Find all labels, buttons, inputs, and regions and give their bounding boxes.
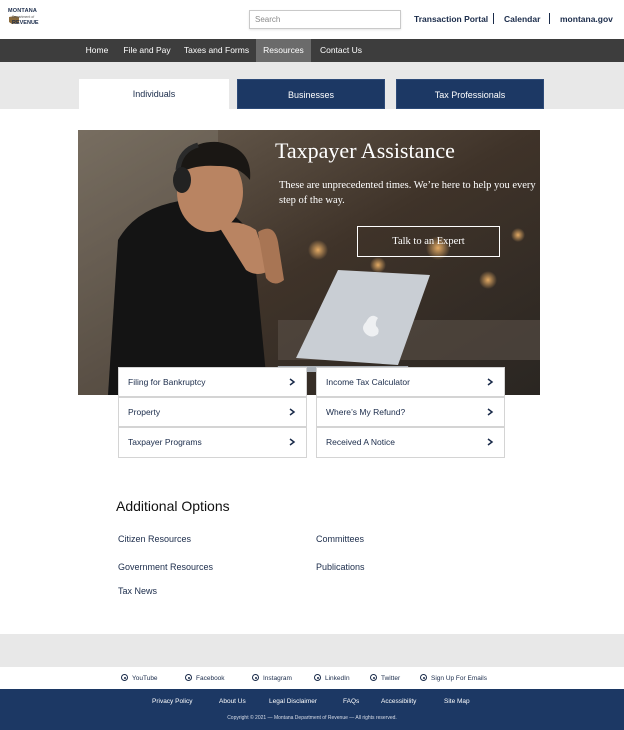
committees-link[interactable]: Committees (316, 534, 364, 544)
email-signup-label: Sign Up For Emails (431, 675, 487, 682)
quick-link-filing-bankruptcy[interactable]: Filing for Bankruptcy (118, 367, 307, 397)
social-links-bar (0, 667, 624, 689)
facebook-icon (185, 674, 192, 681)
montana-gov-link[interactable]: montana.gov (560, 14, 613, 24)
accessibility-link[interactable]: Accessibility (381, 698, 416, 705)
quick-link-property[interactable]: Property (118, 397, 307, 427)
copyright-text: Copyright © 2021 — Montana Department of… (227, 715, 397, 721)
search-input[interactable]: Search (249, 10, 401, 29)
legal-disclaimer-link[interactable]: Legal Disclaimer (269, 698, 317, 705)
privacy-policy-link[interactable]: Privacy Policy (152, 698, 192, 705)
nav-contact-us[interactable]: Contact Us (314, 39, 368, 62)
calendar-link[interactable]: Calendar (504, 14, 540, 24)
logo-line-1: MONTANA (8, 8, 38, 14)
facebook-label: Facebook (196, 675, 225, 682)
linkedin-link[interactable]: LinkedIn (314, 674, 350, 682)
logo-line-3: REVENUE (12, 20, 39, 26)
email-signup-link[interactable]: Sign Up For Emails (420, 674, 487, 682)
faqs-link[interactable]: FAQs (343, 698, 359, 705)
email-icon (420, 674, 427, 681)
facebook-link[interactable]: Facebook (185, 674, 225, 682)
header-divider (549, 13, 550, 24)
youtube-icon (121, 674, 128, 681)
tax-news-link[interactable]: Tax News (118, 586, 157, 596)
hero-title: Taxpayer Assistance (275, 138, 455, 163)
youtube-link[interactable]: YouTube (121, 674, 158, 682)
quick-link-label: Filing for Bankruptcy (128, 377, 206, 387)
chevron-right-icon (289, 378, 296, 386)
tab-businesses[interactable]: Businesses (237, 79, 385, 109)
quick-link-wheres-my-refund[interactable]: Where’s My Refund? (316, 397, 505, 427)
publications-link[interactable]: Publications (316, 562, 365, 572)
tab-individuals[interactable]: Individuals (79, 79, 229, 109)
twitter-link[interactable]: Twitter (370, 674, 400, 682)
linkedin-label: LinkedIn (325, 675, 350, 682)
twitter-label: Twitter (381, 675, 401, 682)
quick-link-received-notice[interactable]: Received A Notice (316, 427, 505, 458)
quick-link-label: Income Tax Calculator (326, 377, 410, 387)
talk-to-expert-button[interactable]: Talk to an Expert (357, 226, 500, 257)
main-nav: Home File and Pay Taxes and Forms Resour… (0, 39, 624, 62)
quick-link-label: Property (128, 407, 161, 417)
montana-revenue-logo[interactable]: MONTANA Department of REVENUE (8, 7, 46, 31)
top-header: MONTANA Department of REVENUE Search Tra… (0, 0, 624, 39)
nav-home[interactable]: Home (80, 39, 114, 62)
transaction-portal-link[interactable]: Transaction Portal (414, 14, 488, 24)
footer-spacer (0, 634, 624, 667)
chevron-right-icon (487, 408, 494, 416)
instagram-link[interactable]: Instagram (252, 674, 292, 682)
nav-taxes-and-forms[interactable]: Taxes and Forms (181, 39, 252, 62)
quick-link-label: Taxpayer Programs (128, 437, 202, 447)
hero-banner: Taxpayer Assistance These are unpreceden… (78, 130, 540, 395)
chevron-right-icon (289, 438, 296, 446)
nav-file-and-pay[interactable]: File and Pay (121, 39, 173, 62)
chevron-right-icon (487, 378, 494, 386)
quick-link-label: Received A Notice (326, 437, 395, 447)
hero-subtitle: These are unprecedented times. We’re her… (279, 180, 536, 206)
additional-options-heading: Additional Options (116, 498, 230, 514)
about-us-link[interactable]: About Us (219, 698, 246, 705)
nav-resources[interactable]: Resources (256, 39, 311, 62)
chevron-right-icon (487, 438, 494, 446)
site-map-link[interactable]: Site Map (444, 698, 470, 705)
chevron-right-icon (289, 408, 296, 416)
logo-line-2: Department of (12, 15, 35, 19)
government-resources-link[interactable]: Government Resources (118, 562, 213, 572)
citizen-resources-link[interactable]: Citizen Resources (118, 534, 191, 544)
instagram-icon (252, 674, 259, 681)
quick-link-label: Where’s My Refund? (326, 407, 406, 417)
quick-link-taxpayer-programs[interactable]: Taxpayer Programs (118, 427, 307, 458)
site-footer (0, 689, 624, 730)
tab-tax-professionals[interactable]: Tax Professionals (396, 79, 544, 109)
youtube-label: YouTube (132, 675, 158, 682)
header-divider (493, 13, 494, 24)
twitter-icon (370, 674, 377, 681)
instagram-label: Instagram (263, 675, 292, 682)
linkedin-icon (314, 674, 321, 681)
quick-link-income-tax-calculator[interactable]: Income Tax Calculator (316, 367, 505, 397)
hero-photo (78, 130, 540, 395)
